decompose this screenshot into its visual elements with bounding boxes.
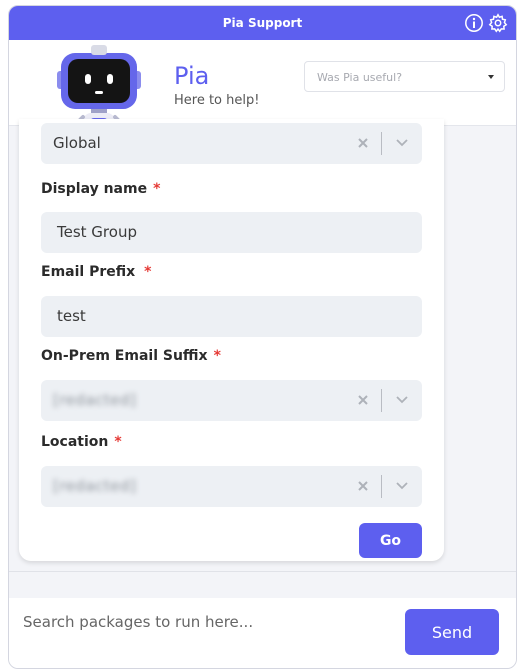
email-prefix-value: test (57, 307, 86, 325)
search-input[interactable] (23, 610, 393, 634)
chat-header: Pia Here to help! Was Pia useful? (9, 40, 516, 153)
display-name-label: Display name * (41, 181, 160, 197)
required-mark: * (213, 348, 221, 364)
chevron-down-icon[interactable] (396, 481, 408, 491)
display-name-label-text: Display name (41, 181, 148, 197)
message-composer: Send (9, 598, 516, 668)
title-bar: Pia Support (9, 6, 516, 40)
feedback-select[interactable]: Was Pia useful? (304, 61, 505, 92)
gear-icon[interactable] (488, 13, 508, 33)
chevron-down-icon[interactable] (396, 395, 408, 405)
email-prefix-label-text: Email Prefix (41, 264, 136, 280)
required-mark: * (153, 181, 161, 197)
onprem-suffix-value: [redacted] (53, 391, 137, 409)
location-value: [redacted] (53, 477, 137, 495)
location-label: Location * (41, 434, 122, 450)
scope-select-value: Global (53, 134, 101, 152)
location-select[interactable]: [redacted] (41, 466, 422, 507)
send-button[interactable]: Send (405, 609, 499, 655)
select-separator (381, 132, 382, 155)
onprem-suffix-select[interactable]: [redacted] (41, 380, 422, 421)
email-prefix-label: Email Prefix * (41, 264, 151, 280)
window-title: Pia Support (222, 16, 303, 30)
onprem-suffix-label-text: On-Prem Email Suffix (41, 348, 208, 364)
bot-tagline: Here to help! (174, 93, 260, 108)
select-separator (381, 475, 382, 498)
feedback-select-placeholder: Was Pia useful? (317, 71, 403, 84)
clear-icon[interactable] (356, 136, 370, 150)
select-separator (381, 389, 382, 412)
display-name-value: Test Group (57, 223, 137, 241)
chevron-down-icon[interactable] (396, 138, 408, 148)
required-mark: * (114, 434, 122, 450)
clear-icon[interactable] (356, 393, 370, 407)
info-icon[interactable] (464, 13, 484, 33)
onprem-suffix-label: On-Prem Email Suffix * (41, 348, 221, 364)
chat-window: Pia Support Pia Here to help! Was Pia us… (8, 5, 517, 669)
bot-name: Pia (174, 62, 210, 90)
location-label-text: Location (41, 434, 109, 450)
required-mark: * (144, 264, 152, 280)
scope-select[interactable]: Global (41, 123, 422, 164)
email-prefix-input[interactable]: test (41, 296, 422, 337)
go-button[interactable]: Go (359, 523, 422, 558)
clear-icon[interactable] (356, 479, 370, 493)
divider (9, 571, 516, 572)
display-name-input[interactable]: Test Group (41, 212, 422, 253)
form-card: Global Display name * Test Group Email Pr… (19, 119, 444, 561)
caret-down-icon (488, 75, 494, 79)
